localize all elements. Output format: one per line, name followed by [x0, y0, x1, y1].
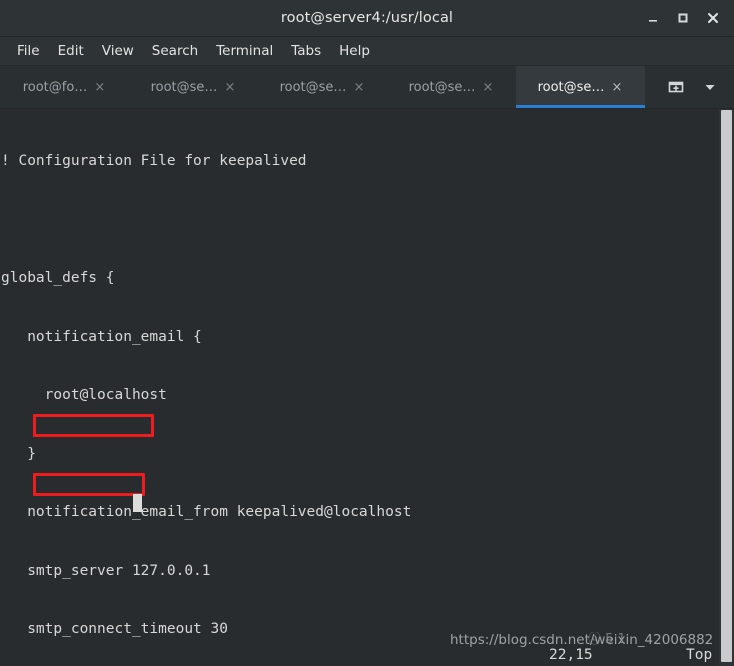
menu-item-help[interactable]: Help — [330, 41, 379, 61]
menu-item-search[interactable]: Search — [143, 41, 207, 61]
terminal-line: root@localhost — [1, 387, 167, 403]
tab-2[interactable]: root@se… × — [258, 66, 387, 108]
menu-item-view[interactable]: View — [93, 41, 143, 61]
terminal-line: notification_email_from keepalived@local… — [1, 504, 412, 520]
terminal-line: global_defs { — [1, 270, 115, 286]
tab-close-icon[interactable]: × — [481, 81, 494, 94]
close-button[interactable] — [698, 3, 728, 33]
terminal-line: ! Configuration File for keepalived — [1, 153, 307, 169]
minimize-button[interactable] — [638, 3, 668, 33]
terminal-line: smtp_server 127.0.0.1 — [1, 562, 211, 579]
tab-4-active[interactable]: root@se… × — [516, 66, 645, 108]
scrollbar-thumb[interactable] — [721, 110, 732, 662]
scroll-position-indicator: Top — [686, 647, 713, 663]
terminal-area[interactable]: ! Configuration File for keepalived glob… — [0, 109, 734, 666]
vim-status-line: 22,15 Top — [0, 644, 734, 666]
terminal-text-buffer[interactable]: ! Configuration File for keepalived glob… — [0, 109, 734, 666]
terminal-line: notification_email { — [1, 328, 202, 345]
tab-close-icon[interactable]: × — [223, 81, 236, 94]
terminal-window: root@server4:/usr/local File Edit View S… — [0, 0, 734, 666]
cursor-position-ruler: 22,15 — [549, 647, 593, 663]
terminal-line: smtp_connect_timeout 30 — [1, 621, 228, 637]
maximize-button[interactable] — [668, 3, 698, 33]
terminal-line: } — [1, 445, 36, 462]
tab-close-icon[interactable]: × — [610, 81, 623, 94]
tab-label: root@se… — [408, 79, 476, 95]
menu-item-edit[interactable]: Edit — [49, 41, 93, 61]
tab-label: root@se… — [279, 79, 347, 95]
tab-close-icon[interactable]: × — [352, 81, 365, 94]
window-title: root@server4:/usr/local — [280, 10, 454, 26]
tab-0[interactable]: root@fo… × — [0, 66, 129, 108]
chevron-down-icon[interactable] — [694, 66, 726, 108]
text-cursor — [133, 494, 142, 512]
tab-bar-actions — [660, 66, 734, 108]
tab-label: root@fo… — [22, 79, 88, 95]
window-controls — [638, 0, 728, 36]
menu-item-tabs[interactable]: Tabs — [282, 41, 330, 61]
tab-1[interactable]: root@se… × — [129, 66, 258, 108]
menu-item-terminal[interactable]: Terminal — [207, 41, 282, 61]
tab-3[interactable]: root@se… × — [387, 66, 516, 108]
title-bar: root@server4:/usr/local — [0, 0, 734, 37]
new-tab-icon[interactable] — [660, 66, 692, 108]
tab-close-icon[interactable]: × — [93, 81, 106, 94]
scrollbar-track[interactable] — [719, 109, 734, 666]
tab-label: root@se… — [537, 79, 605, 95]
menu-item-file[interactable]: File — [8, 41, 49, 61]
tab-bar: root@fo… × root@se… × root@se… × root@se… — [0, 66, 734, 109]
menu-bar: File Edit View Search Terminal Tabs Help — [0, 37, 734, 66]
tab-label: root@se… — [150, 79, 218, 95]
